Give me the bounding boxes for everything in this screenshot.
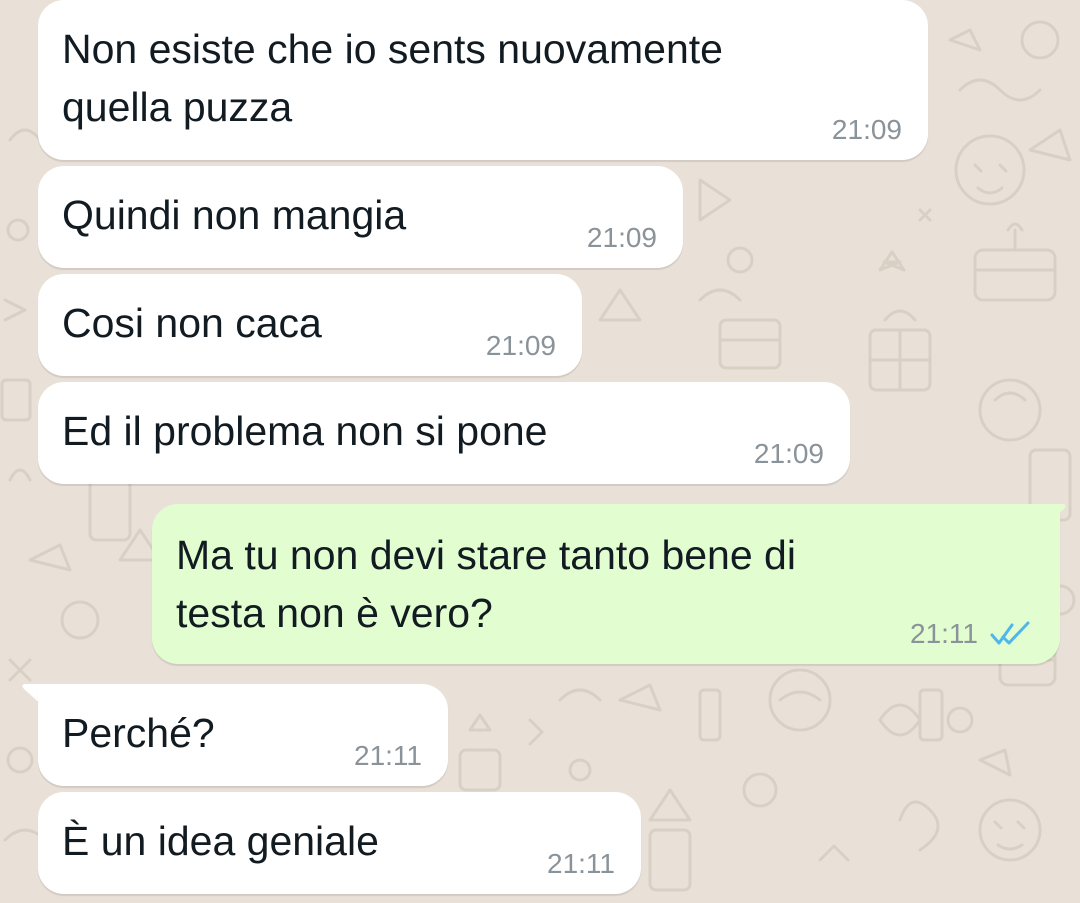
message-meta: 21:11 <box>910 618 1034 650</box>
message-text: Quindi non mangia <box>62 186 406 244</box>
message-timestamp: 21:09 <box>485 330 556 361</box>
message-line: Quindi non mangia <box>62 192 407 238</box>
message-timestamp: 21:09 <box>753 438 824 469</box>
outgoing-message-bubble[interactable]: Ma tu non devi stare tanto bene di testa… <box>152 504 1060 664</box>
message-line: È un idea geniale <box>62 818 379 864</box>
double-check-read-icon <box>990 621 1030 645</box>
message-text: Non esiste che io sents nuovamente quell… <box>62 20 723 136</box>
message-meta: 21:11 <box>354 740 422 772</box>
message-meta: 21:11 <box>547 848 615 880</box>
message-line: testa non è vero? <box>176 590 493 636</box>
message-line: Perché? <box>62 710 215 756</box>
message-line: Cosi non caca <box>62 300 322 346</box>
incoming-message-bubble[interactable]: Quindi non mangia 21:09 <box>38 166 683 268</box>
message-text: Ma tu non devi stare tanto bene di testa… <box>176 526 796 642</box>
message-timestamp: 21:11 <box>910 618 978 649</box>
incoming-message-bubble[interactable]: È un idea geniale 21:11 <box>38 792 641 894</box>
message-text: È un idea geniale <box>62 812 379 870</box>
message-meta: 21:09 <box>486 330 556 362</box>
message-text: Cosi non caca <box>62 294 322 352</box>
message-line: Ma tu non devi stare tanto bene di <box>176 532 796 578</box>
incoming-message-bubble[interactable]: Perché? 21:11 <box>38 684 448 786</box>
incoming-message-bubble[interactable]: Cosi non caca 21:09 <box>38 274 582 376</box>
incoming-message-bubble[interactable]: Non esiste che io sents nuovamente quell… <box>38 0 928 160</box>
message-line: quella puzza <box>62 84 293 130</box>
message-line: Ed il problema non si pone <box>62 408 548 454</box>
message-meta: 21:09 <box>587 222 657 254</box>
message-timestamp: 21:09 <box>831 114 902 145</box>
message-timestamp: 21:09 <box>586 222 657 253</box>
message-timestamp: 21:11 <box>354 740 422 771</box>
message-text: Perché? <box>62 704 215 762</box>
message-timestamp: 21:11 <box>547 848 615 879</box>
message-text: Ed il problema non si pone <box>62 402 547 460</box>
message-line: Non esiste che io sents nuovamente <box>62 26 723 72</box>
message-meta: 21:09 <box>832 114 902 146</box>
incoming-message-bubble[interactable]: Ed il problema non si pone 21:09 <box>38 382 850 484</box>
message-meta: 21:09 <box>754 438 824 470</box>
